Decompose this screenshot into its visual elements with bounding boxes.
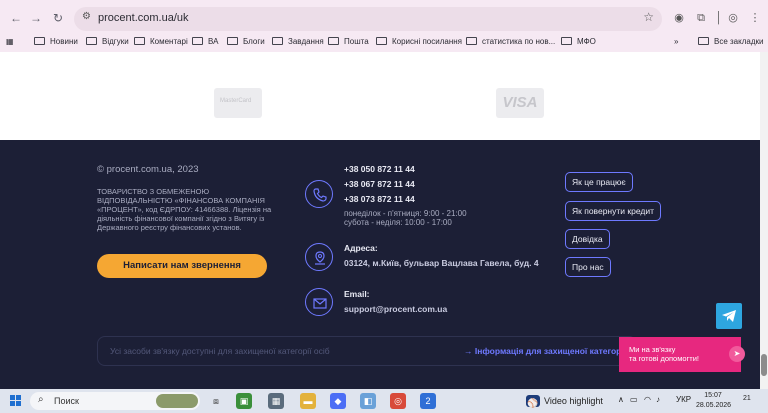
site-footer: © procent.com.ua, 2023 ТОВАРИСТВО З ОБМЕ… bbox=[0, 140, 760, 389]
search-highlight-image bbox=[156, 394, 198, 408]
windows-taskbar: ⌕ Поиск ⧈ ▣ ▦ ▬ ◆ ◧ ◎ 2 ⚾ Video highligh… bbox=[0, 389, 768, 413]
phone-number[interactable]: +38 050 872 11 44 bbox=[344, 164, 415, 174]
chat-line-1: Ми на зв'язку bbox=[629, 345, 676, 354]
protected-category-notice: Усі засоби зв'язку доступні для захищено… bbox=[97, 336, 637, 366]
link-about-us[interactable]: Про нас bbox=[565, 257, 611, 277]
link-how-to-repay[interactable]: Як повернути кредит bbox=[565, 201, 661, 221]
hours-weekdays: понеділок - п'ятниця: 9:00 - 21:00 bbox=[344, 209, 467, 218]
search-icon: ⌕ bbox=[38, 394, 44, 405]
clock-time: 15:07 bbox=[704, 392, 722, 399]
language-indicator[interactable]: УКР bbox=[676, 395, 691, 404]
wifi-icon[interactable]: ◠ bbox=[644, 395, 651, 404]
phone-number[interactable]: +38 073 872 11 44 bbox=[344, 194, 415, 204]
profile-icon[interactable]: ◎ bbox=[726, 11, 740, 25]
windows-start-icon[interactable] bbox=[10, 395, 22, 407]
scrollbar-thumb[interactable] bbox=[761, 354, 767, 376]
url-text: procent.com.ua/uk bbox=[98, 12, 189, 24]
bookmark-mfo[interactable]: МФО bbox=[561, 34, 596, 50]
protected-category-link[interactable]: → Інформація для захищеної категорії bbox=[464, 346, 626, 356]
folder-icon bbox=[698, 37, 709, 45]
back-arrow-icon[interactable]: ← bbox=[8, 10, 24, 26]
folder-icon bbox=[272, 37, 283, 45]
email-icon bbox=[305, 288, 333, 316]
bookmark-va[interactable]: ВА bbox=[192, 34, 218, 50]
reload-icon[interactable]: ↻ bbox=[50, 10, 66, 26]
hours-weekend: субота - неділя: 10:00 - 17:00 bbox=[344, 218, 452, 227]
payment-logos-section: MasterCard VISA bbox=[0, 52, 760, 140]
forward-arrow-icon[interactable]: → bbox=[28, 10, 44, 26]
folder-icon bbox=[192, 37, 203, 45]
clock[interactable]: 15:07 28.05.2026 bbox=[696, 391, 732, 411]
send-arrow-icon[interactable]: ➤ bbox=[729, 346, 745, 362]
folder-icon bbox=[466, 37, 477, 45]
chat-line-2: та готові допомогти! bbox=[629, 354, 699, 363]
more-bookmarks-chevron[interactable]: » bbox=[674, 34, 678, 50]
store-app-icon[interactable]: ▣ bbox=[236, 393, 252, 409]
page-viewport: MasterCard VISA © procent.com.ua, 2023 Т… bbox=[0, 52, 760, 389]
bookmark-komentari[interactable]: Коментарі bbox=[134, 34, 188, 50]
page-scrollbar[interactable] bbox=[760, 52, 768, 389]
email-value[interactable]: support@procent.com.ua bbox=[344, 304, 447, 314]
link-help[interactable]: Довідка bbox=[565, 229, 610, 249]
telegram-taskbar-icon[interactable]: 2 bbox=[420, 393, 436, 409]
folder-icon bbox=[328, 37, 339, 45]
tray-chevron-icon[interactable]: ∧ bbox=[618, 395, 624, 404]
search-placeholder: Поиск bbox=[54, 396, 79, 406]
volume-icon[interactable]: ♪ bbox=[656, 395, 660, 404]
bookmark-zavdannia[interactable]: Завдання bbox=[272, 34, 324, 50]
copilot-app-icon[interactable]: ◆ bbox=[330, 393, 346, 409]
site-info-icon[interactable]: ⚙ bbox=[82, 11, 91, 22]
browser-chrome: ← → ↻ ⚙ procent.com.ua/uk ☆ ◉ ⧉ │ ◎ ⋮ ▦ … bbox=[0, 0, 768, 52]
copyright-text: © procent.com.ua, 2023 bbox=[97, 164, 199, 175]
file-explorer-icon[interactable]: ▬ bbox=[300, 393, 316, 409]
task-view-icon[interactable]: ⧈ bbox=[208, 393, 224, 409]
address-value: 03124, м.Київ, бульвар Вацлава Гавела, б… bbox=[344, 258, 539, 268]
network-icon[interactable]: ▭ bbox=[630, 395, 638, 404]
location-pin-icon bbox=[305, 243, 333, 271]
bookmarks-bar: ▦ Новини Відгуки Коментарі ВА Блоги Завд… bbox=[0, 33, 768, 51]
browser-toolbar: ← → ↻ ⚙ procent.com.ua/uk ☆ ◉ ⧉ │ ◎ ⋮ bbox=[0, 6, 768, 32]
bookmark-korysni[interactable]: Корисні посилання bbox=[376, 34, 462, 50]
folder-icon bbox=[134, 37, 145, 45]
bookmark-star-icon[interactable]: ☆ bbox=[643, 10, 654, 24]
folder-icon bbox=[561, 37, 572, 45]
app-icon[interactable]: ◧ bbox=[360, 393, 376, 409]
divider-icon: │ bbox=[715, 12, 723, 24]
bookmark-novyny[interactable]: Новини bbox=[34, 34, 78, 50]
folder-icon bbox=[227, 37, 238, 45]
mastercard-logo: MasterCard bbox=[214, 88, 262, 118]
bookmark-blogy[interactable]: Блоги bbox=[227, 34, 265, 50]
chrome-taskbar-icon[interactable]: ◎ bbox=[390, 393, 406, 409]
camera-icon[interactable]: ◉ bbox=[672, 11, 686, 25]
calculator-app-icon[interactable]: ▦ bbox=[268, 393, 284, 409]
apps-grid-icon[interactable]: ▦ bbox=[6, 34, 14, 50]
write-appeal-button[interactable]: Написати нам звернення bbox=[97, 254, 267, 278]
menu-icon[interactable]: ⋮ bbox=[748, 11, 762, 25]
bookmark-vidguky[interactable]: Відгуки bbox=[86, 34, 129, 50]
phone-number[interactable]: +38 067 872 11 44 bbox=[344, 179, 415, 189]
phone-icon bbox=[305, 180, 333, 208]
email-label: Email: bbox=[344, 289, 370, 299]
address-label: Адреса: bbox=[344, 243, 378, 253]
address-bar[interactable]: ⚙ procent.com.ua/uk ☆ bbox=[74, 7, 662, 31]
folder-icon bbox=[86, 37, 97, 45]
telegram-icon bbox=[722, 310, 736, 322]
video-highlight-label[interactable]: Video highlight bbox=[544, 396, 603, 406]
bookmark-statystyka[interactable]: статистика по нов... bbox=[466, 34, 555, 50]
video-highlight-icon: ⚾ bbox=[526, 395, 540, 408]
notice-text: Усі засоби зв'язку доступні для захищено… bbox=[110, 346, 330, 356]
link-how-it-works[interactable]: Як це працює bbox=[565, 172, 633, 192]
telegram-button[interactable] bbox=[716, 303, 742, 329]
folder-icon bbox=[34, 37, 45, 45]
visa-logo: VISA bbox=[496, 88, 544, 118]
notification-count[interactable]: 21 bbox=[743, 395, 751, 402]
chat-widget[interactable]: Ми на зв'язку та готові допомогти! ➤ bbox=[619, 337, 745, 372]
taskbar-search[interactable]: ⌕ Поиск bbox=[30, 392, 200, 410]
bookmark-poshta[interactable]: Пошта bbox=[328, 34, 369, 50]
clock-date: 28.05.2026 bbox=[696, 402, 732, 409]
all-bookmarks[interactable]: Все закладки bbox=[698, 34, 763, 50]
extensions-icon[interactable]: ⧉ bbox=[694, 11, 708, 25]
folder-icon bbox=[376, 37, 387, 45]
company-info: ТОВАРИСТВО З ОБМЕЖЕНОЮ ВІДПОВІДАЛЬНІСТЮ … bbox=[97, 187, 272, 232]
